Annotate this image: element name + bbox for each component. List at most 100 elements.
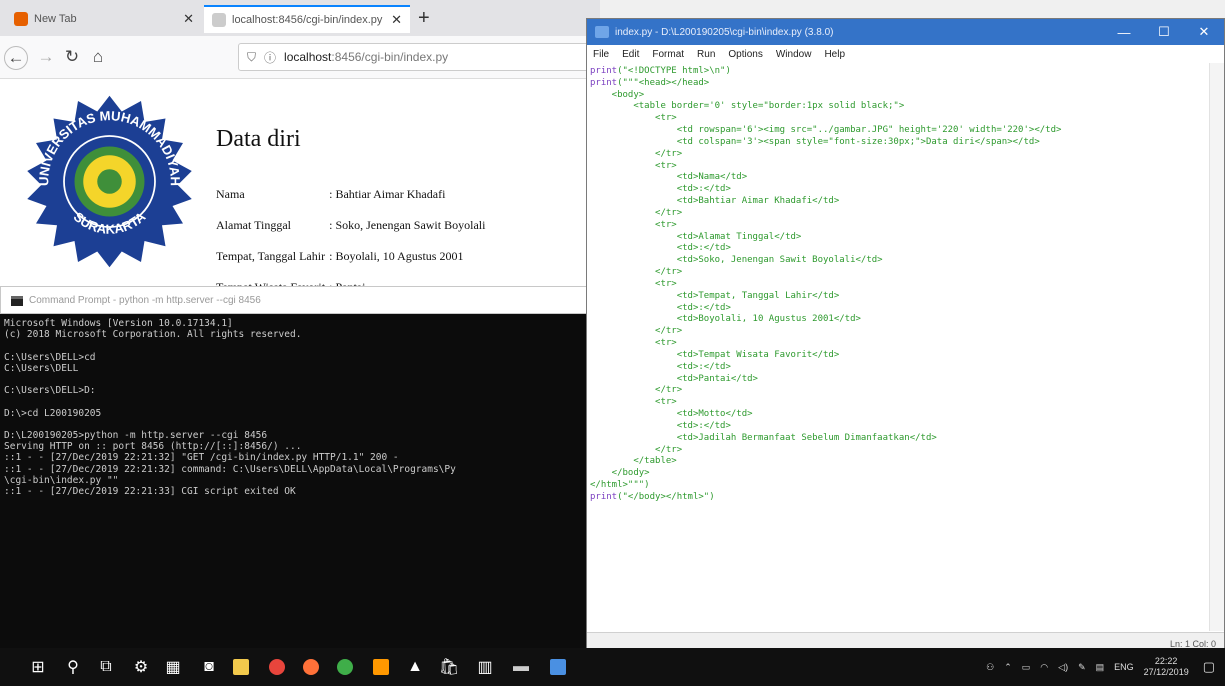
cmd-output[interactable]: Microsoft Windows [Version 10.0.17134.1]… bbox=[4, 318, 584, 497]
app-green-icon[interactable] bbox=[332, 654, 358, 680]
code-line: <tr> bbox=[590, 338, 1206, 350]
clock-time: 22:22 bbox=[1154, 656, 1178, 666]
cmd-line bbox=[4, 396, 584, 407]
code-string: <td>Nama</td> bbox=[590, 172, 748, 183]
vertical-scrollbar[interactable] bbox=[1209, 63, 1224, 631]
notification-icon[interactable]: ▢ bbox=[1203, 659, 1215, 675]
idle-icon[interactable] bbox=[545, 654, 571, 680]
forward-icon[interactable]: → bbox=[34, 45, 58, 69]
cmd-titlebar[interactable]: Command Prompt - python -m http.server -… bbox=[0, 286, 588, 314]
menu-run[interactable]: Run bbox=[697, 49, 715, 60]
task-view-icon[interactable]: ⧉ bbox=[93, 654, 119, 680]
close-tab-icon[interactable]: ✕ bbox=[183, 11, 194, 27]
photos-icon[interactable]: ▲ bbox=[402, 654, 428, 680]
code-line: </tr> bbox=[590, 326, 1206, 338]
maximize-icon[interactable]: ☐ bbox=[1144, 24, 1184, 40]
cmd-line: ::1 - - [27/Dec/2019 22:21:32] command: … bbox=[4, 463, 456, 475]
cmd-line: Microsoft Windows [Version 10.0.17134.1] bbox=[4, 318, 233, 329]
code-line: <tr> bbox=[590, 220, 1206, 232]
menu-window[interactable]: Window bbox=[776, 49, 812, 60]
tab-title: localhost:8456/cgi-bin/index.py bbox=[232, 14, 383, 26]
store-icon[interactable]: 🛍 bbox=[436, 654, 462, 680]
code-string: </tr> bbox=[590, 326, 683, 337]
chrome-icon[interactable] bbox=[264, 654, 290, 680]
code-line: print("<!DOCTYPE html>\n") bbox=[590, 66, 1206, 78]
firefox-icon[interactable] bbox=[298, 654, 324, 680]
keyboard-icon[interactable]: ▤ bbox=[1096, 662, 1105, 673]
code-string: <td>Bahtiar Aimar Khadafi</td> bbox=[590, 196, 840, 207]
page-title: Data diri bbox=[216, 126, 301, 152]
cmd-title: Command Prompt - python -m http.server -… bbox=[29, 294, 261, 306]
browser-window: New Tab ✕ localhost:8456/cgi-bin/index.p… bbox=[0, 0, 600, 300]
code-string: </html>""") bbox=[590, 479, 650, 490]
code-line: <td>Tempat Wisata Favorit</td> bbox=[590, 350, 1206, 362]
sublime-icon[interactable] bbox=[368, 654, 394, 680]
pen-icon[interactable]: ✎ bbox=[1078, 662, 1086, 673]
url-bar[interactable]: ⛉ ⓘ localhost:8456/cgi-bin/index.py bbox=[238, 43, 600, 71]
close-tab-icon[interactable]: ✕ bbox=[391, 12, 402, 28]
code-string: <td>:</td> bbox=[590, 420, 731, 431]
calendar-icon[interactable]: ▦ bbox=[160, 654, 186, 680]
cmd-line: (c) 2018 Microsoft Corporation. All righ… bbox=[4, 329, 302, 341]
code-string: <td>:</td> bbox=[590, 184, 731, 195]
code-string: <tr> bbox=[590, 160, 677, 171]
camera-icon[interactable]: ◙ bbox=[196, 654, 222, 680]
idle-titlebar[interactable]: index.py - D:\L200190205\cgi-bin\index.p… bbox=[587, 19, 1224, 45]
code-line: print("""<head></head> bbox=[590, 78, 1206, 90]
calculator-icon[interactable]: ▥ bbox=[472, 654, 498, 680]
menu-help[interactable]: Help bbox=[824, 49, 845, 60]
network-icon[interactable]: ◠ bbox=[1040, 662, 1048, 673]
cmd-line: C:\Users\DELL bbox=[4, 362, 79, 374]
code-keyword: print bbox=[590, 66, 618, 76]
reload-icon[interactable]: ↻ bbox=[60, 45, 84, 69]
page-content: UNIVERSITAS MUHAMMADIYAH SURAKARTA Data … bbox=[0, 79, 600, 300]
menu-options[interactable]: Options bbox=[728, 49, 762, 60]
code-line: <tr> bbox=[590, 113, 1206, 125]
settings-icon[interactable]: ⚙ bbox=[128, 654, 154, 680]
minimize-icon[interactable]: — bbox=[1104, 25, 1144, 40]
code-string: </tr> bbox=[590, 267, 683, 278]
row-label: Alamat Tinggal bbox=[216, 218, 292, 232]
menu-edit[interactable]: Edit bbox=[622, 49, 639, 60]
code-line: <td>Bahtiar Aimar Khadafi</td> bbox=[590, 196, 1206, 208]
close-icon[interactable]: ✕ bbox=[1184, 24, 1224, 40]
code-keyword: print bbox=[590, 491, 618, 502]
code-string: <td>Jadilah Bermanfaat Sebelum Dimanfaat… bbox=[590, 432, 937, 443]
nav-bar: ← → ↻ ⌂ ⛉ ⓘ localhost:8456/cgi-bin/index… bbox=[0, 36, 600, 79]
code-string: <body> bbox=[590, 89, 645, 100]
tab-strip: New Tab ✕ localhost:8456/cgi-bin/index.p… bbox=[0, 0, 600, 36]
start-icon[interactable]: ⊞ bbox=[25, 654, 51, 680]
cmd-line: D:\>cd L200190205 bbox=[4, 407, 102, 419]
back-icon[interactable]: ← bbox=[4, 46, 28, 70]
info-icon[interactable]: ⓘ bbox=[264, 49, 276, 66]
tab-localhost[interactable]: localhost:8456/cgi-bin/index.py ✕ bbox=[204, 5, 410, 33]
menu-file[interactable]: File bbox=[593, 49, 609, 60]
language-indicator[interactable]: ENG bbox=[1114, 662, 1134, 672]
new-tab-button[interactable]: + bbox=[418, 8, 430, 28]
tab-new-tab[interactable]: New Tab ✕ bbox=[6, 5, 202, 33]
code-line: </tr> bbox=[590, 208, 1206, 220]
code-string: <td>Tempat Wisata Favorit</td> bbox=[590, 349, 840, 360]
battery-icon[interactable]: ▭ bbox=[1022, 662, 1031, 673]
volume-icon[interactable]: ◁) bbox=[1058, 662, 1068, 673]
code-line: <body> bbox=[590, 90, 1206, 102]
cmd-line: C:\Users\DELL>D: bbox=[4, 385, 96, 397]
code-line: print("</body></html>") bbox=[590, 492, 1206, 504]
code-string: <td>:</td> bbox=[590, 361, 731, 372]
cmd-icon[interactable]: ▬ bbox=[508, 654, 534, 680]
clock[interactable]: 22:22 27/12/2019 bbox=[1144, 656, 1189, 678]
search-icon[interactable]: ⚲ bbox=[60, 654, 86, 680]
menu-format[interactable]: Format bbox=[652, 49, 684, 60]
code-line: </tr> bbox=[590, 267, 1206, 279]
tab-title: New Tab bbox=[34, 13, 77, 25]
code-line: <td>Alamat Tinggal</td> bbox=[590, 232, 1206, 244]
url-text: localhost:8456/cgi-bin/index.py bbox=[284, 50, 448, 64]
people-icon[interactable]: ⚇ bbox=[986, 662, 994, 673]
code-string: <td>Tempat, Tanggal Lahir</td> bbox=[590, 290, 840, 301]
code-string: ("""<head></head> bbox=[617, 77, 710, 88]
file-explorer-icon[interactable] bbox=[228, 654, 254, 680]
code-string: </tr> bbox=[590, 444, 683, 455]
code-editor[interactable]: print("<!DOCTYPE html>\n") print("""<head… bbox=[590, 66, 1206, 631]
home-icon[interactable]: ⌂ bbox=[86, 45, 110, 69]
chevron-up-icon[interactable]: ⌃ bbox=[1004, 662, 1012, 673]
